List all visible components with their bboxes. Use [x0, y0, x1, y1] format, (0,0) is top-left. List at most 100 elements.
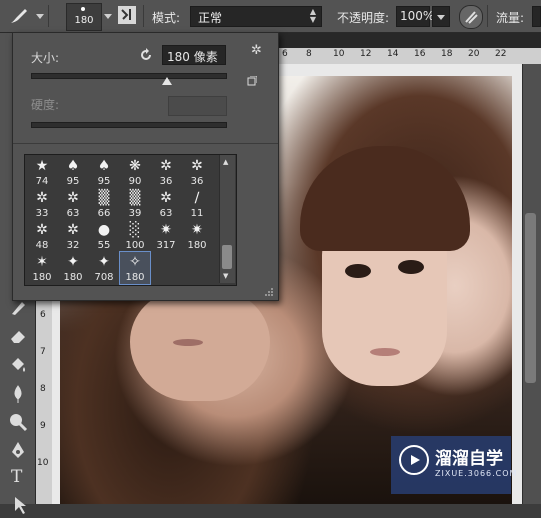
star-brush-icon: ★ [35, 158, 49, 174]
brush-preset-item[interactable]: ✷ 317 [151, 220, 181, 252]
divider [487, 5, 488, 27]
scatter-brush-icon: ✲ [160, 158, 172, 174]
brush-tool-preset-icon[interactable] [8, 6, 30, 26]
flow-label: 流量: [496, 11, 525, 25]
brush-preset-item[interactable]: ✲ 48 [27, 220, 57, 252]
ruler-number: 7 [40, 347, 46, 357]
brush-preset-item[interactable]: ✧ 180 [119, 251, 151, 285]
brush-preset-item[interactable]: ▒ 66 [89, 188, 119, 220]
bangs-shape [300, 146, 470, 251]
stroke-brush-icon: ∕ [194, 190, 200, 206]
play-logo-icon [399, 445, 429, 475]
brush-preset-item[interactable]: ❋ 90 [120, 156, 150, 188]
brush-preset-item[interactable]: ✲ 33 [27, 188, 57, 220]
ruler-number: 14 [387, 49, 399, 59]
ruler-number: 9 [40, 421, 46, 431]
brush-size-readout: 180 [74, 15, 94, 26]
scatter-brush-icon: ✲ [191, 158, 203, 174]
brush-preset-item[interactable]: ● 55 [89, 220, 119, 252]
brush-preset-item[interactable]: ✲ 63 [151, 188, 181, 220]
brush-preset-item[interactable]: ✶ 180 [27, 252, 57, 284]
brush-picker-button[interactable]: 180 [66, 3, 102, 31]
spray-brush-icon: ░ [129, 222, 141, 238]
brush-size-input[interactable]: 180 像素 [162, 45, 226, 65]
updown-arrows-icon: ▲ ▼ [309, 7, 316, 24]
watermark-url: ZIXUE.3066.COM [435, 469, 518, 478]
scroll-down-arrow-icon[interactable]: ▼ [223, 272, 228, 280]
flow-input[interactable] [532, 6, 541, 27]
eraser-tool-icon[interactable] [8, 326, 28, 346]
ruler-number: 10 [333, 49, 345, 59]
brush-preset-item[interactable]: ✲ 63 [58, 188, 88, 220]
brush-preset-item[interactable]: ✷ 180 [182, 220, 212, 252]
scrollbar-thumb[interactable] [525, 213, 536, 383]
path-selection-tool-icon[interactable] [11, 495, 29, 515]
brush-preset-size: 39 [128, 208, 142, 219]
brush-preset-size: 32 [66, 240, 80, 251]
dodge-tool-icon[interactable] [8, 412, 28, 432]
star-burst-brush-icon: ✷ [160, 222, 172, 238]
scroll-up-arrow-icon[interactable]: ▲ [223, 158, 228, 166]
brush-preset-item[interactable]: ♠ 95 [58, 156, 88, 188]
opacity-dropdown-button[interactable] [432, 6, 450, 27]
brush-preset-item[interactable]: ✦ 180 [58, 252, 88, 284]
leaf-brush-icon: ♠ [97, 158, 111, 174]
brush-preset-size: 95 [66, 176, 80, 187]
options-bar: 180 模式: 正常 ▲ ▼ 不透明度: 100% 流量: [0, 0, 541, 33]
panel-settings-gear-icon[interactable]: ✲ [251, 43, 269, 59]
chevron-down-icon[interactable] [36, 14, 44, 19]
preset-grid-scrollbar[interactable]: ▲ ▼ [219, 155, 235, 283]
scatter-brush-icon: ✲ [160, 190, 172, 206]
sparkle-brush-icon: ✦ [67, 254, 79, 270]
opacity-input[interactable]: 100% [396, 6, 434, 27]
brush-preset-size: 55 [97, 240, 111, 251]
sparkle-brush-icon: ✧ [129, 254, 141, 270]
lips-shape [370, 348, 400, 356]
resize-grip-icon[interactable] [264, 286, 274, 296]
paint-bucket-tool-icon[interactable] [8, 355, 28, 375]
brush-preset-size: 90 [128, 176, 142, 187]
brush-preset-item[interactable]: ✲ 32 [58, 220, 88, 252]
smudge-tool-icon[interactable] [8, 298, 28, 318]
brush-panel-toggle-icon[interactable] [118, 6, 136, 24]
brush-preset-size: 48 [35, 240, 49, 251]
hardness-input-disabled [168, 96, 227, 116]
new-preset-icon[interactable] [247, 75, 258, 86]
brush-preset-size: 63 [66, 208, 80, 219]
scatter-brush-icon: ✲ [36, 190, 48, 206]
ruler-number: 8 [40, 384, 46, 394]
ruler-number: 18 [441, 49, 453, 59]
brush-preset-item[interactable]: ✦ 708 [89, 252, 119, 284]
brush-preset-item[interactable]: ✲ 36 [182, 156, 212, 188]
eye-shape [345, 264, 371, 278]
ruler-number: 10 [37, 458, 49, 468]
brush-preset-item[interactable]: ∕ 11 [182, 188, 212, 220]
brush-preset-item[interactable]: ░ 100 [120, 220, 150, 252]
chalk-brush-icon: ▒ [98, 190, 110, 206]
round-hard-brush-icon: ● [97, 222, 111, 238]
hardness-label: 硬度: [31, 98, 60, 112]
brush-preset-size: 180 [125, 272, 145, 283]
lips-shape [173, 339, 203, 346]
chevron-down-icon[interactable] [104, 14, 112, 19]
sparkle-brush-icon: ✶ [36, 254, 48, 270]
mode-label: 模式: [152, 11, 181, 25]
watermark-title: 溜溜自学 [435, 449, 503, 469]
reset-size-icon[interactable] [138, 47, 154, 63]
pen-tool-icon[interactable] [8, 440, 28, 460]
brush-preset-item[interactable]: ♠ 95 [89, 156, 119, 188]
size-slider-handle[interactable] [162, 77, 172, 85]
brush-preset-size: 63 [159, 208, 173, 219]
size-slider-track[interactable] [31, 73, 227, 79]
brush-preset-item[interactable]: ✲ 36 [151, 156, 181, 188]
scatter-brush-icon: ✲ [36, 222, 48, 238]
scrollbar-thumb[interactable] [222, 245, 232, 269]
mode-select[interactable]: 正常 ▲ ▼ [190, 6, 322, 27]
pressure-opacity-icon[interactable] [459, 5, 483, 29]
brush-preset-grid: ★ 74 ♠ 95 ♠ 95 ❋ 90 ✲ 36 ✲ 36 ✲ 33 ✲ 63 ▒ 66 ▒ 39 ✲ 63 ∕ 11 ✲ 48 ✲… [24, 154, 237, 286]
blur-tool-icon[interactable] [8, 384, 28, 404]
type-tool-icon[interactable]: T [11, 467, 29, 487]
brush-preset-item[interactable]: ▒ 39 [120, 188, 150, 220]
brush-preset-item[interactable]: ★ 74 [27, 156, 57, 188]
ruler-number: 12 [360, 49, 372, 59]
